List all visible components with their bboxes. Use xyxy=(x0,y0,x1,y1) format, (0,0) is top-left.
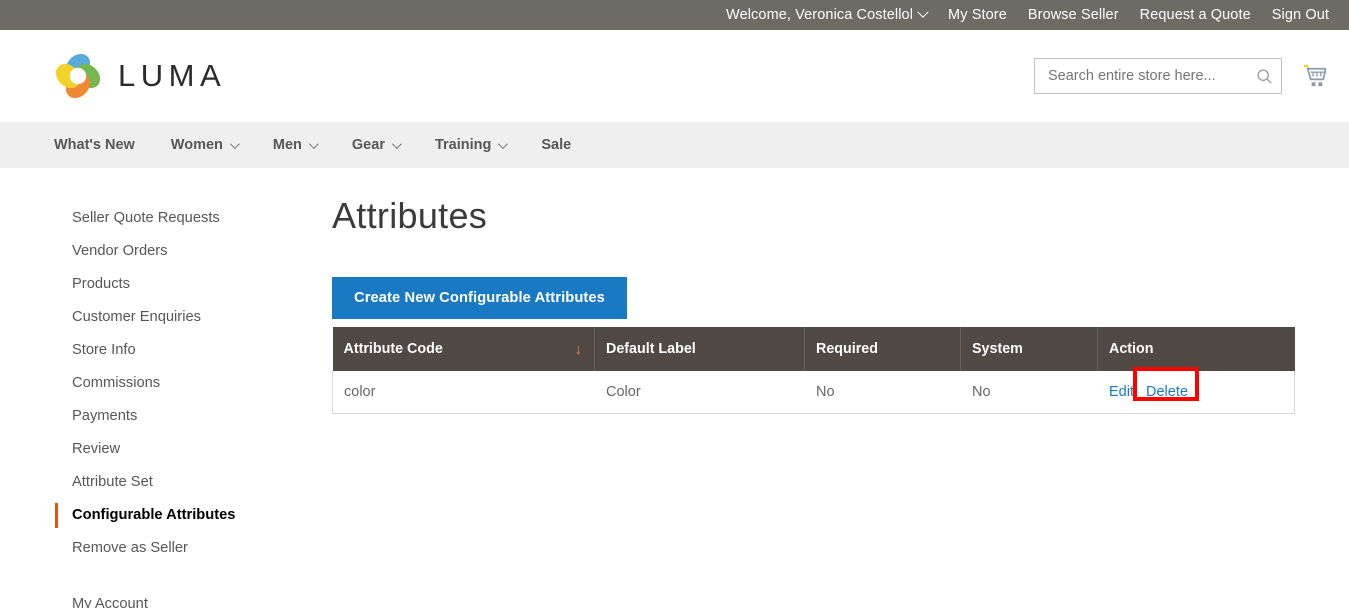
column-header-action: Action xyxy=(1097,327,1295,371)
shopping-cart-icon[interactable] xyxy=(1302,63,1329,90)
column-header-attribute-code[interactable]: Attribute Code ↓ xyxy=(332,327,595,371)
nav-item-label: What's New xyxy=(54,137,135,153)
cell-required: No xyxy=(804,371,961,414)
welcome-menu[interactable]: Welcome, Veronica Costellol xyxy=(726,6,929,23)
nav-item-label: Men xyxy=(272,137,302,153)
column-header-default-label[interactable]: Default Label xyxy=(594,327,805,371)
top-utility-bar: Welcome, Veronica Costellol My Store Bro… xyxy=(0,0,1349,30)
chevron-down-icon xyxy=(498,138,509,149)
chevron-down-icon xyxy=(308,138,319,149)
sidebar-item-seller-quote-requests[interactable]: Seller Quote Requests xyxy=(55,202,278,235)
sidebar-item-customer-enquiries[interactable]: Customer Enquiries xyxy=(55,301,278,334)
search-icon[interactable] xyxy=(1256,68,1273,85)
nav-item-label: Women xyxy=(170,137,223,153)
sidebar-item-commissions[interactable]: Commissions xyxy=(55,367,278,400)
sidebar-item-attribute-set[interactable]: Attribute Set xyxy=(55,466,278,499)
column-header-label: Attribute Code xyxy=(343,341,443,357)
table-header-row: Attribute Code ↓ Default Label Required … xyxy=(332,327,1295,371)
main-content: Attributes Create New Configurable Attri… xyxy=(278,196,1349,608)
account-sidebar: Seller Quote Requests Vendor Orders Prod… xyxy=(0,196,278,608)
topbar-link-sign-out[interactable]: Sign Out xyxy=(1272,7,1329,23)
action-links-group: Edit Delete xyxy=(1109,367,1294,401)
header-right-group xyxy=(1034,58,1329,94)
table-header: Attribute Code ↓ Default Label Required … xyxy=(332,327,1295,371)
sidebar-item-configurable-attributes[interactable]: Configurable Attributes xyxy=(55,499,278,532)
edit-link[interactable]: Edit xyxy=(1109,384,1134,400)
nav-item-training[interactable]: Training xyxy=(434,137,509,153)
nav-item-women[interactable]: Women xyxy=(170,137,240,153)
column-header-required[interactable]: Required xyxy=(804,327,961,371)
search-input[interactable] xyxy=(1048,68,1256,84)
sidebar-item-review[interactable]: Review xyxy=(55,433,278,466)
sidebar-item-store-info[interactable]: Store Info xyxy=(55,334,278,367)
sort-descending-icon: ↓ xyxy=(574,340,583,358)
cell-action: Edit Delete xyxy=(1097,367,1295,414)
nav-item-gear[interactable]: Gear xyxy=(351,137,402,153)
welcome-label: Welcome, Veronica Costellol xyxy=(726,7,914,23)
delete-link[interactable]: Delete xyxy=(1146,384,1188,400)
sidebar-item-vendor-orders[interactable]: Vendor Orders xyxy=(55,235,278,268)
logo[interactable]: LUMA xyxy=(54,52,226,100)
attributes-table: Attribute Code ↓ Default Label Required … xyxy=(332,327,1295,414)
page-title: Attributes xyxy=(332,195,488,236)
sidebar-item-products[interactable]: Products xyxy=(55,268,278,301)
nav-item-men[interactable]: Men xyxy=(272,137,319,153)
sidebar-item-my-account[interactable]: My Account xyxy=(55,588,278,608)
chevron-down-icon xyxy=(917,6,929,18)
nav-item-label: Training xyxy=(434,137,492,153)
topbar-link-request-a-quote[interactable]: Request a Quote xyxy=(1140,7,1251,23)
logo-text: LUMA xyxy=(118,58,227,93)
luma-flower-logo-icon xyxy=(55,53,101,99)
page-body: Seller Quote Requests Vendor Orders Prod… xyxy=(0,168,1349,608)
cell-system: No xyxy=(960,371,1098,414)
table-row: color Color No No Edit Delete xyxy=(332,367,1295,414)
cell-attribute-code: color xyxy=(332,371,595,414)
chevron-down-icon xyxy=(229,138,240,149)
search-box[interactable] xyxy=(1034,58,1282,94)
nav-item-whats-new[interactable]: What's New xyxy=(54,137,135,153)
site-header: LUMA xyxy=(0,30,1349,122)
nav-item-label: Sale xyxy=(541,137,572,153)
chevron-down-icon xyxy=(391,138,402,149)
nav-item-label: Gear xyxy=(351,137,385,153)
main-navigation: What's New Women Men Gear Training Sale xyxy=(0,122,1349,168)
sidebar-item-payments[interactable]: Payments xyxy=(55,400,278,433)
table-body: color Color No No Edit Delete xyxy=(332,367,1295,414)
sidebar-item-remove-as-seller[interactable]: Remove as Seller xyxy=(55,532,278,565)
topbar-link-my-store[interactable]: My Store xyxy=(948,7,1007,23)
cell-default-label: Color xyxy=(594,371,805,414)
nav-item-sale[interactable]: Sale xyxy=(541,137,571,153)
topbar-link-browse-seller[interactable]: Browse Seller xyxy=(1028,7,1119,23)
delete-link-wrapper: Delete xyxy=(1133,367,1199,401)
create-new-configurable-attributes-button[interactable]: Create New Configurable Attributes xyxy=(332,277,627,319)
column-header-system[interactable]: System xyxy=(960,327,1098,371)
